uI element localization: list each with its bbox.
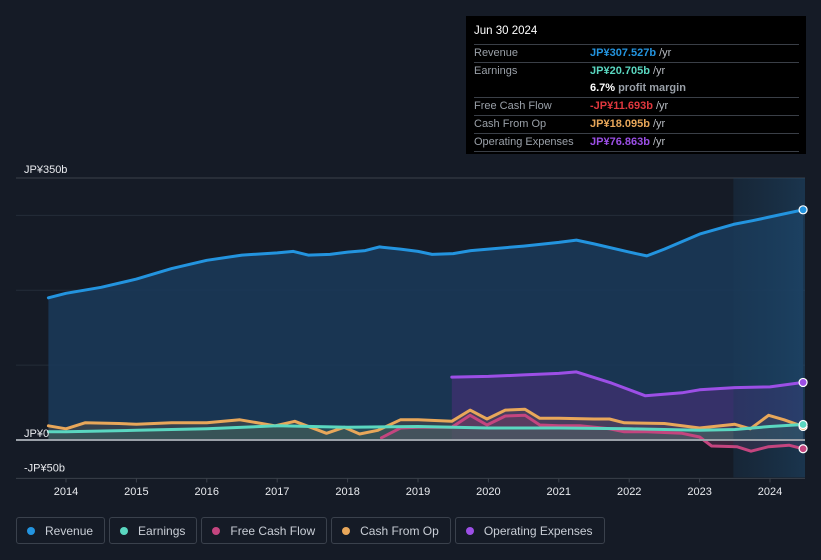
legend-label: Cash From Op <box>360 523 439 538</box>
tooltip-unit: /yr <box>652 136 666 148</box>
y-tick-label: JP¥0 <box>24 428 49 440</box>
tooltip-label <box>474 80 590 97</box>
tooltip-value: JP¥20.705b <box>590 65 650 77</box>
tooltip-unit: /yr <box>656 100 669 112</box>
legend-item-revenue[interactable]: Revenue <box>16 517 106 544</box>
x-tick-label: 2015 <box>124 486 148 498</box>
x-tick-label: 2019 <box>406 486 430 498</box>
legend-label: Earnings <box>138 523 186 538</box>
legend-dot-icon <box>465 526 474 535</box>
legend-item-operating-expenses[interactable]: Operating Expenses <box>454 517 605 544</box>
legend-label: Revenue <box>45 523 94 538</box>
x-tick-label: 2022 <box>617 486 641 498</box>
legend-dot-icon <box>120 526 129 535</box>
free-cash-flow-end-marker <box>798 444 808 454</box>
tooltip-value: JP¥76.863b <box>590 136 650 148</box>
tooltip-value: JP¥307.527b <box>590 47 657 59</box>
tooltip-label: Earnings <box>474 65 518 77</box>
x-tick-label: 2024 <box>758 486 782 498</box>
legend: Revenue Earnings Free Cash Flow Cash From O… <box>16 517 605 544</box>
legend-label: Operating Expenses <box>483 523 593 538</box>
tooltip-unit: /yr <box>652 118 666 130</box>
tooltip-label: Revenue <box>474 47 519 59</box>
x-tick-label: 2021 <box>547 486 571 498</box>
tooltip-unit: /yr <box>659 47 672 59</box>
legend-dot-icon <box>342 526 351 535</box>
x-tick-label: 2020 <box>476 486 500 498</box>
series-areas <box>48 209 804 452</box>
tooltip-label: Operating Expenses <box>474 136 574 148</box>
y-tick-label: -JP¥50b <box>24 462 65 474</box>
legend-label: Free Cash Flow <box>230 523 316 538</box>
tooltip-row-profit-margin: 6.7% profit margin <box>474 80 799 98</box>
x-tick-label: 2017 <box>265 486 289 498</box>
tooltip-value: -JP¥11.693b <box>590 100 653 112</box>
tooltip-row-revenue: Revenue JP¥307.527b/yr <box>474 45 799 63</box>
legend-item-cash-from-op[interactable]: Cash From Op <box>331 517 451 544</box>
earnings-end-marker <box>798 419 808 430</box>
x-tick-label: 2023 <box>687 486 711 498</box>
tooltip-unit: /yr <box>652 65 666 77</box>
tooltip-label: Free Cash Flow <box>474 100 552 112</box>
x-tick-label: 2018 <box>335 486 359 498</box>
operating-expenses-end-marker <box>798 377 808 388</box>
tooltip-panel: Jun 30 2024 Revenue JP¥307.527b/yr Earning… <box>466 16 806 154</box>
x-axis: 2014 2015 2016 2017 2018 2019 2020 2021 2022 2023… <box>54 478 782 498</box>
legend-item-free-cash-flow[interactable]: Free Cash Flow <box>201 517 328 544</box>
tooltip-date: Jun 30 2024 <box>474 24 799 45</box>
tooltip-value: 6.7% <box>590 82 616 94</box>
tooltip-unit: profit margin <box>618 82 686 94</box>
tooltip-value: JP¥18.095b <box>590 118 650 130</box>
tooltip-label: Cash From Op <box>474 118 547 130</box>
tooltip-row-cash-from-op: Cash From Op JP¥18.095b/yr <box>474 116 799 134</box>
legend-dot-icon <box>27 526 35 535</box>
tooltip-row-operating-expenses: Operating Expenses JP¥76.863b/yr <box>474 134 799 152</box>
tooltip-row-earnings: Earnings JP¥20.705b/yr <box>474 63 799 80</box>
legend-item-earnings[interactable]: Earnings <box>109 517 198 544</box>
revenue-end-marker <box>798 205 808 215</box>
legend-dot-icon <box>212 526 221 535</box>
x-tick-label: 2014 <box>54 486 78 498</box>
y-tick-label: JP¥350b <box>24 164 67 176</box>
x-tick-label: 2016 <box>195 486 219 498</box>
tooltip-row-free-cash-flow: Free Cash Flow -JP¥11.693b/yr <box>474 98 799 116</box>
